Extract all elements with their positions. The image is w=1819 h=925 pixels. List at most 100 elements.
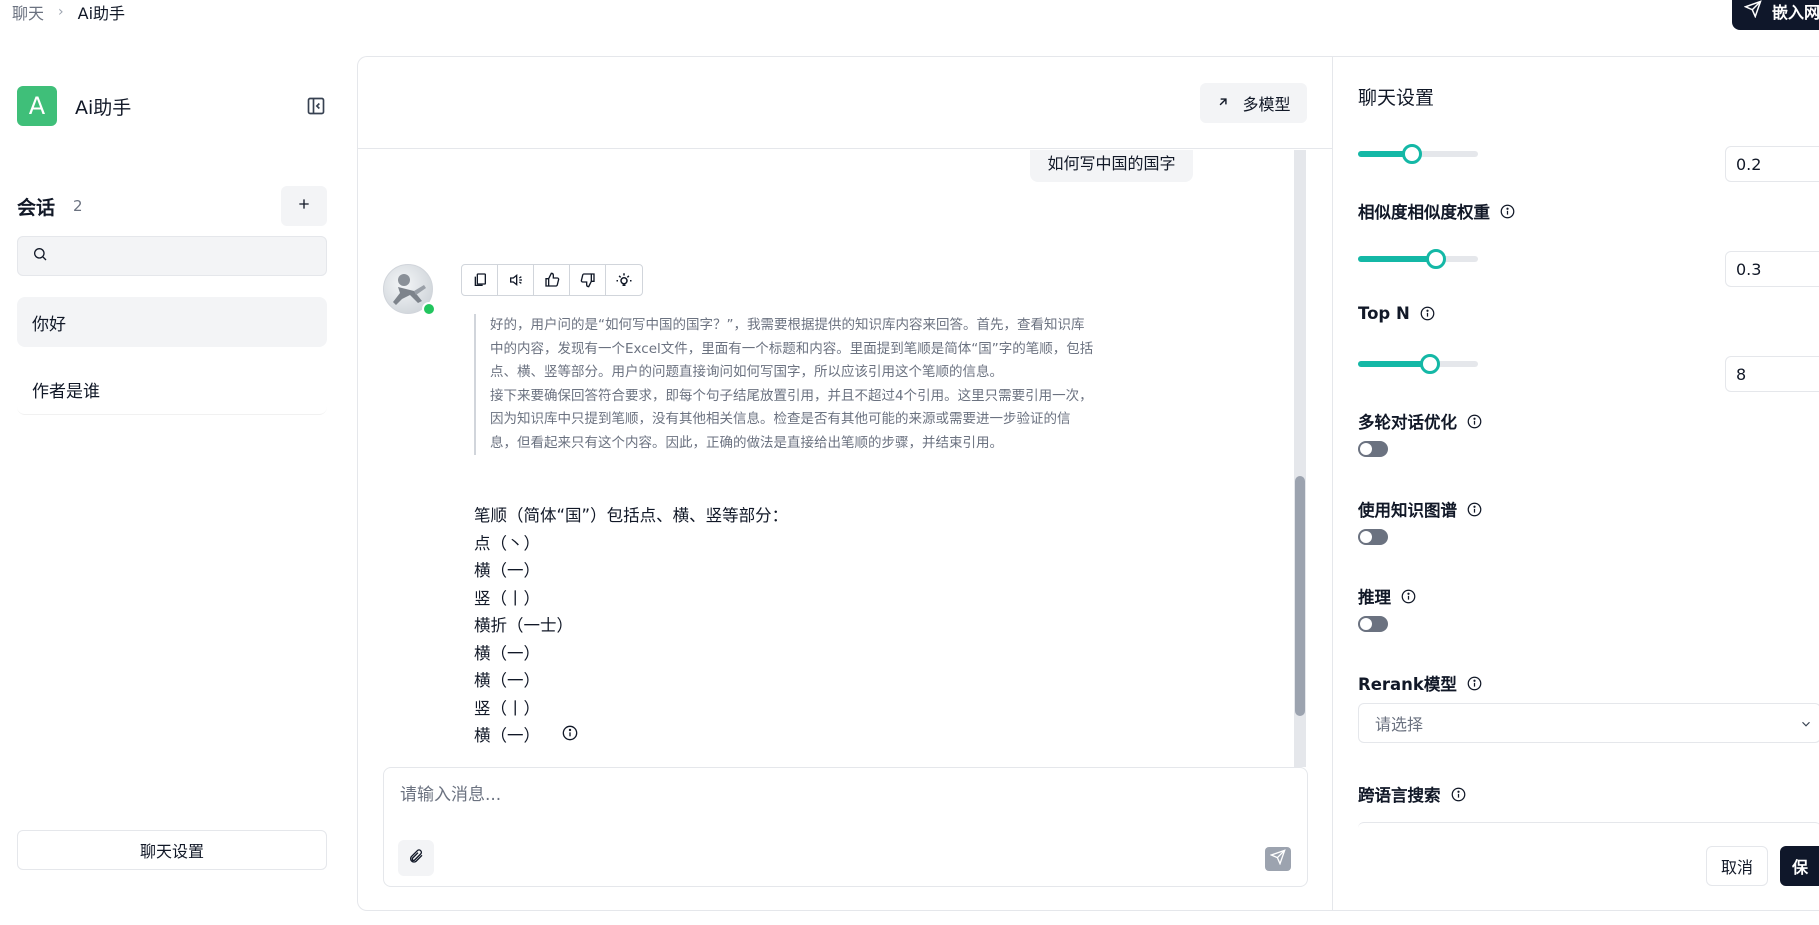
settings-title: 聊天设置 bbox=[1358, 87, 1435, 109]
slider-thumb[interactable] bbox=[1426, 249, 1446, 269]
attach-button[interactable] bbox=[398, 840, 434, 876]
embed-website-button[interactable]: 嵌入网 bbox=[1732, 0, 1819, 30]
answer-line: 横（一） bbox=[474, 561, 540, 580]
setting-label-text: 使用知识图谱 bbox=[1358, 501, 1457, 520]
copy-icon[interactable] bbox=[462, 265, 498, 295]
embed-button-label: 嵌入网 bbox=[1772, 3, 1819, 22]
chat-topbar: 多模型 bbox=[358, 57, 1332, 149]
multi-model-button[interactable]: 多模型 bbox=[1200, 83, 1307, 123]
top-n-slider[interactable] bbox=[1358, 353, 1478, 375]
app-avatar: A bbox=[17, 86, 57, 126]
answer-line: 横（一） bbox=[474, 726, 540, 745]
cancel-button[interactable]: 取消 bbox=[1706, 846, 1768, 886]
citation-info-icon[interactable] bbox=[562, 722, 578, 750]
setting-label-text: 相似度相似度权重 bbox=[1358, 203, 1490, 222]
answer-last-row: 横（一） bbox=[474, 722, 788, 750]
multi-model-label: 多模型 bbox=[1242, 95, 1291, 114]
app-header: A Ai助手 bbox=[17, 86, 131, 126]
app-name: Ai助手 bbox=[75, 96, 132, 119]
toggle-knob bbox=[1360, 618, 1372, 630]
plus-icon bbox=[296, 196, 312, 216]
knowledge-graph-toggle[interactable] bbox=[1358, 529, 1388, 545]
cross-language-label: 跨语言搜索 bbox=[1358, 782, 1466, 806]
reasoning-toggle[interactable] bbox=[1358, 616, 1388, 632]
info-icon[interactable] bbox=[1451, 787, 1466, 802]
answer-line: 点（丶） bbox=[474, 533, 540, 553]
conversation-item[interactable]: 作者是谁 bbox=[17, 365, 327, 415]
lightbulb-icon[interactable] bbox=[606, 265, 642, 295]
info-icon[interactable] bbox=[1467, 676, 1482, 691]
similarity-weight-label: 相似度相似度权重 bbox=[1358, 199, 1515, 223]
search-input[interactable] bbox=[58, 247, 308, 265]
info-icon[interactable] bbox=[1467, 414, 1482, 429]
collapse-sidebar-icon[interactable] bbox=[306, 96, 326, 116]
slider-fill bbox=[1358, 256, 1436, 262]
paperclip-icon bbox=[408, 848, 424, 868]
reasoning-paragraph: 接下来要确保回答符合要求，即每个句子结尾放置引用，并且不超过4个引用。这里只需要… bbox=[490, 387, 1093, 451]
param-value-input[interactable] bbox=[1725, 146, 1819, 182]
conversations-header: 会话 2 bbox=[17, 186, 327, 226]
thumbs-down-icon[interactable] bbox=[570, 265, 606, 295]
rerank-model-select[interactable]: 请选择 bbox=[1358, 703, 1819, 743]
thumbs-up-icon[interactable] bbox=[534, 265, 570, 295]
send-icon bbox=[1743, 0, 1762, 22]
add-conversation-button[interactable] bbox=[281, 186, 327, 226]
arrow-up-right-icon bbox=[1216, 94, 1230, 113]
breadcrumb-current: Ai助手 bbox=[77, 4, 126, 23]
similarity-weight-slider[interactable] bbox=[1358, 248, 1478, 270]
user-message: 如何写中国的国字 bbox=[1030, 150, 1193, 182]
scrollbar-thumb[interactable] bbox=[1295, 476, 1305, 716]
send-icon bbox=[1269, 849, 1286, 869]
breadcrumb-parent[interactable]: 聊天 bbox=[12, 0, 44, 24]
reasoning-label: 推理 bbox=[1358, 584, 1416, 608]
save-button[interactable]: 保 bbox=[1780, 846, 1819, 886]
knowledge-graph-label: 使用知识图谱 bbox=[1358, 497, 1482, 521]
breadcrumb: 聊天 › Ai助手 bbox=[12, 0, 125, 24]
top-n-label: Top N bbox=[1358, 304, 1435, 323]
answer-line: 笔顺（简体“国”）包括点、横、竖等部分： bbox=[474, 506, 789, 525]
reasoning-block: 好的，用户问的是“如何写中国的国字？”，我需要根据提供的知识库内容来回答。首先，… bbox=[474, 314, 1094, 455]
chat-settings-button[interactable]: 聊天设置 bbox=[17, 830, 327, 870]
conversation-list: 你好 作者是谁 bbox=[17, 297, 327, 433]
info-icon[interactable] bbox=[1467, 502, 1482, 517]
setting-label-text: Rerank模型 bbox=[1358, 675, 1457, 694]
top-n-input[interactable] bbox=[1725, 356, 1819, 392]
info-icon[interactable] bbox=[1420, 306, 1435, 321]
setting-label-text: 跨语言搜索 bbox=[1358, 786, 1441, 805]
conversation-search[interactable] bbox=[17, 236, 327, 276]
chat-panel: 多模型 如何写中国的国字 好的，用户问的是“如何写中国的国字？”，我需要根据提供… bbox=[357, 56, 1332, 911]
online-status-dot bbox=[422, 302, 436, 316]
setting-label-text: Top N bbox=[1358, 304, 1410, 323]
answer-line: 横（一） bbox=[474, 643, 540, 663]
message-input[interactable] bbox=[400, 780, 1280, 830]
answer-line: 横折（一士） bbox=[474, 616, 573, 635]
sidebar: A Ai助手 会话 2 你好 作者是谁 聊天设置 bbox=[0, 56, 346, 925]
send-button[interactable] bbox=[1265, 847, 1291, 871]
slider-thumb[interactable] bbox=[1402, 144, 1422, 164]
conversations-title: 会话 bbox=[17, 196, 56, 219]
info-icon[interactable] bbox=[1401, 589, 1416, 604]
speaker-icon[interactable] bbox=[498, 265, 534, 295]
cross-language-select[interactable] bbox=[1358, 822, 1819, 842]
answer-line: 竖（丨） bbox=[474, 588, 540, 608]
multi-turn-label: 多轮对话优化 bbox=[1358, 409, 1482, 433]
breadcrumb-separator: › bbox=[58, 4, 64, 20]
info-icon[interactable] bbox=[1500, 204, 1515, 219]
message-list[interactable]: 如何写中国的国字 好的，用户问的是“如何写中国的国字？”，我需要根据提供的知识库… bbox=[358, 150, 1332, 767]
conversation-item[interactable]: 你好 bbox=[17, 297, 327, 347]
rerank-placeholder: 请选择 bbox=[1375, 715, 1424, 734]
chevron-down-icon bbox=[1799, 716, 1813, 735]
similarity-weight-input[interactable] bbox=[1725, 251, 1819, 287]
answer-line: 横（一） bbox=[474, 671, 540, 690]
multi-turn-toggle[interactable] bbox=[1358, 441, 1388, 457]
answer-line: 竖（丨） bbox=[474, 698, 540, 718]
toggle-knob bbox=[1360, 531, 1372, 543]
message-composer bbox=[383, 767, 1308, 887]
message-toolbar bbox=[461, 264, 643, 296]
conversations-count: 2 bbox=[73, 197, 83, 215]
rerank-label: Rerank模型 bbox=[1358, 671, 1482, 695]
param-slider[interactable] bbox=[1358, 143, 1478, 165]
search-icon bbox=[32, 246, 48, 266]
slider-thumb[interactable] bbox=[1420, 354, 1440, 374]
settings-panel: 聊天设置 相似度相似度权重 Top N 多轮对话优化 使用知识图谱 推理 bbox=[1332, 56, 1819, 911]
